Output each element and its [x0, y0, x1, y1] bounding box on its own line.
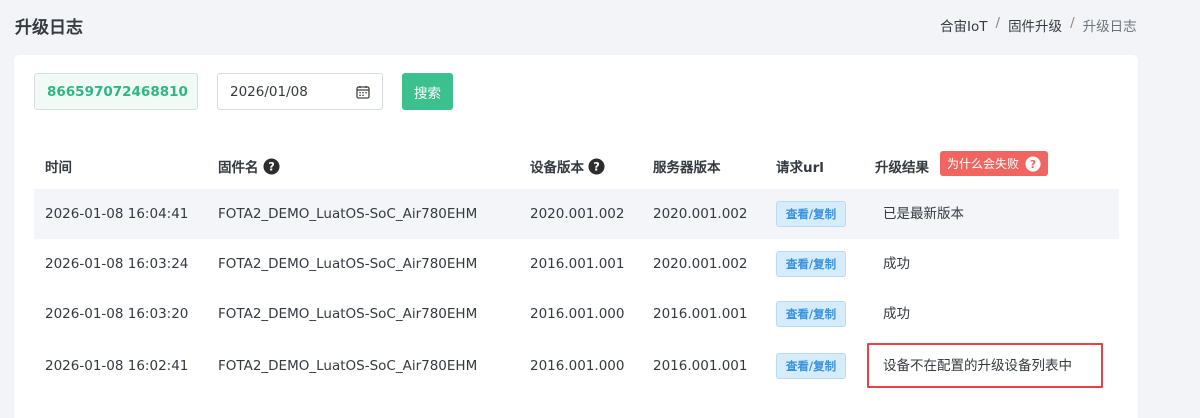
cell-device-version: 2020.001.002 — [530, 206, 625, 222]
view-copy-url-button[interactable]: 查看/复制 — [776, 251, 846, 277]
why-fail-label: 为什么会失败 — [946, 157, 1019, 171]
breadcrumb-item-home[interactable]: 合宙IoT — [940, 15, 988, 35]
cell-firmware: FOTA2_DEMO_LuatOS-SoC_Air780EHM — [218, 256, 478, 272]
breadcrumb-item-firmware-upgrade[interactable]: 固件升级 — [1008, 15, 1062, 35]
imei-input[interactable] — [34, 73, 198, 110]
table-row: 2026-01-08 16:04:41 FOTA2_DEMO_LuatOS-So… — [34, 189, 1119, 239]
svg-text:?: ? — [1030, 157, 1036, 170]
breadcrumb-item-current: 升级日志 — [1082, 19, 1137, 35]
cell-result: 已是最新版本 — [883, 206, 964, 222]
breadcrumb-separator: / — [995, 15, 1001, 31]
column-header-label: 升级结果 — [875, 160, 929, 176]
view-copy-url-button[interactable]: 查看/复制 — [776, 201, 846, 227]
cell-time: 2026-01-08 16:02:41 — [45, 358, 189, 374]
cell-device-version: 2016.001.000 — [530, 306, 625, 322]
breadcrumb-separator: / — [1070, 15, 1075, 31]
view-copy-url-button[interactable]: 查看/复制 — [776, 301, 846, 327]
view-copy-url-button[interactable]: 查看/复制 — [776, 353, 846, 379]
table-row: 2026-01-08 16:03:24 FOTA2_DEMO_LuatOS-So… — [34, 239, 1119, 289]
why-fail-button[interactable]: 为什么会失败 ? — [940, 151, 1048, 176]
cell-firmware: FOTA2_DEMO_LuatOS-SoC_Air780EHM — [218, 306, 478, 322]
page-title: 升级日志 — [15, 18, 83, 38]
cell-time: 2026-01-08 16:03:24 — [45, 256, 189, 272]
column-header-time: 时间 — [45, 156, 72, 176]
help-circle-icon[interactable]: ? — [262, 157, 280, 175]
cell-result: 成功 — [883, 256, 910, 272]
date-input[interactable] — [218, 74, 348, 109]
page-header: 升级日志 合宙IoT / 固件升级 / 升级日志 — [0, 0, 1200, 50]
cell-server-version: 2016.001.001 — [653, 306, 748, 322]
column-header-label: 请求url — [776, 160, 824, 176]
column-header-label: 固件名 — [218, 160, 259, 176]
column-header-server-version: 服务器版本 — [653, 156, 721, 176]
cell-time: 2026-01-08 16:03:20 — [45, 306, 189, 322]
column-header-firmware: 固件名 ? — [218, 156, 280, 176]
svg-text:?: ? — [593, 159, 600, 173]
svg-text:?: ? — [268, 159, 275, 173]
table-row: 2026-01-08 16:03:20 FOTA2_DEMO_LuatOS-So… — [34, 289, 1119, 339]
cell-server-version: 2016.001.001 — [653, 358, 748, 374]
cell-device-version: 2016.001.001 — [530, 256, 625, 272]
cell-firmware: FOTA2_DEMO_LuatOS-SoC_Air780EHM — [218, 206, 478, 222]
help-circle-icon: ? — [1025, 155, 1041, 172]
highlight-annotation-box — [867, 343, 1103, 388]
search-button[interactable]: 搜索 — [402, 73, 453, 110]
column-header-url: 请求url — [776, 156, 824, 176]
cell-server-version: 2020.001.002 — [653, 206, 748, 222]
calendar-icon[interactable] — [356, 85, 370, 99]
cell-time: 2026-01-08 16:04:41 — [45, 206, 189, 222]
column-header-label: 设备版本 — [530, 160, 584, 176]
column-header-result: 升级结果 — [875, 156, 929, 176]
cell-result: 成功 — [883, 306, 910, 322]
cell-device-version: 2016.001.000 — [530, 358, 625, 374]
column-header-label: 服务器版本 — [653, 160, 721, 176]
date-picker[interactable] — [217, 73, 383, 110]
cell-firmware: FOTA2_DEMO_LuatOS-SoC_Air780EHM — [218, 358, 478, 374]
breadcrumb: 合宙IoT / 固件升级 / 升级日志 — [940, 15, 1137, 35]
help-circle-icon[interactable]: ? — [588, 157, 605, 175]
column-header-label: 时间 — [45, 160, 72, 176]
cell-server-version: 2020.001.002 — [653, 256, 748, 272]
column-header-device-version: 设备版本 ? — [530, 156, 605, 176]
